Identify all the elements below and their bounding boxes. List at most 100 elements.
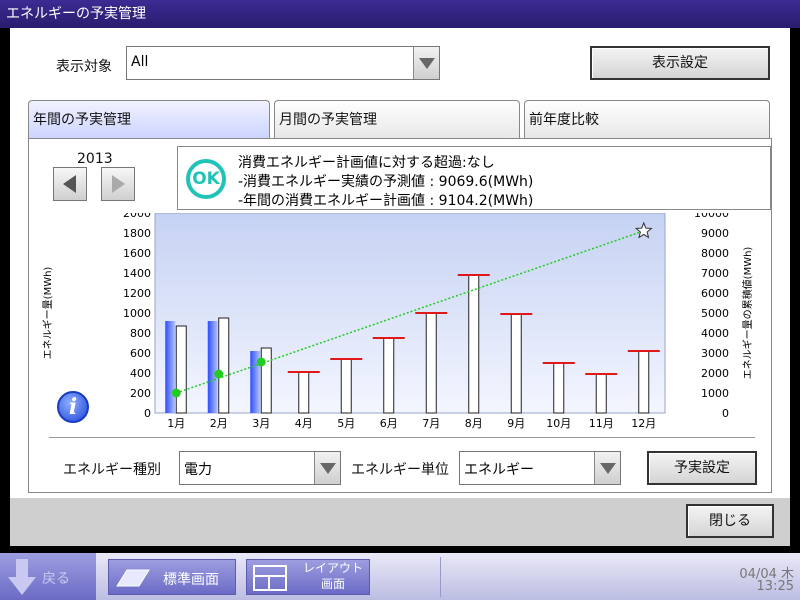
arrow-down-icon bbox=[8, 559, 36, 595]
triangle-right-icon bbox=[112, 175, 125, 193]
actual-bar bbox=[207, 321, 218, 413]
y2-tick-label: 5000 bbox=[701, 307, 729, 320]
taskbar-divider bbox=[440, 557, 441, 597]
plan-bar bbox=[383, 337, 395, 414]
y2-tick-label: 8000 bbox=[701, 247, 729, 260]
cumulative-point bbox=[171, 388, 181, 398]
x-tick-label: 3月 bbox=[252, 417, 270, 430]
plan-bar bbox=[595, 373, 607, 414]
energy-unit-value: エネルギー bbox=[464, 462, 534, 478]
y-tick-label: 1800 bbox=[123, 227, 151, 240]
x-tick-label: 2月 bbox=[210, 417, 228, 430]
y2-axis-label: エネルギー量の累積値(MWh) bbox=[741, 247, 754, 380]
layout-label-1: レイアウト bbox=[303, 561, 364, 575]
tab-monthly[interactable]: 月間の予実管理 bbox=[274, 100, 520, 140]
y2-tick-label: 0 bbox=[722, 407, 729, 420]
close-button[interactable]: 閉じる bbox=[686, 504, 774, 538]
chevron-down-icon[interactable] bbox=[314, 452, 340, 484]
energy-chart: 0 200 400 600 800 1000 1200 1400 1600 1800 2000 0 1… bbox=[42, 213, 754, 430]
y-tick-label: 400 bbox=[130, 367, 151, 380]
plan-bar bbox=[260, 347, 272, 414]
plan-bar bbox=[510, 313, 522, 414]
display-target-label: 表示対象 bbox=[56, 59, 112, 75]
y-tick-label: 1000 bbox=[123, 307, 151, 320]
window-title: エネルギーの予実管理 bbox=[0, 0, 800, 28]
annual-panel: 2013 OK 消費エネルギー計画値に対する超過:なし -消費エネルギー実績の予… bbox=[28, 138, 772, 493]
ok-icon: OK bbox=[186, 159, 226, 199]
y-axis-label: エネルギー量(MWh) bbox=[42, 267, 54, 360]
x-tick-label: 1月 bbox=[167, 417, 185, 430]
budget-settings-button[interactable]: 予実設定 bbox=[647, 451, 757, 485]
y-tick-label: 1400 bbox=[123, 267, 151, 280]
back-button[interactable]: 戻る bbox=[0, 553, 96, 600]
chevron-down-icon[interactable] bbox=[413, 47, 439, 79]
year-label: 2013 bbox=[77, 151, 113, 167]
x-tick-label: 11月 bbox=[589, 417, 614, 430]
energy-type-select[interactable]: 電力 bbox=[179, 451, 341, 485]
taskbar: 戻る 標準画面 レイアウト 画面 04/04 木 13:25 bbox=[0, 553, 800, 600]
plan-bar bbox=[638, 350, 650, 414]
y2-tick-label: 3000 bbox=[701, 347, 729, 360]
x-tick-label: 6月 bbox=[380, 417, 398, 430]
back-label: 戻る bbox=[42, 571, 70, 587]
next-year-button[interactable] bbox=[101, 167, 135, 201]
x-tick-label: 8月 bbox=[465, 417, 483, 430]
cumulative-point bbox=[214, 369, 224, 379]
chevron-down-icon[interactable] bbox=[594, 452, 620, 484]
layout-icon bbox=[253, 565, 287, 591]
x-tick-label: 4月 bbox=[295, 417, 313, 430]
y-tick-label: 2000 bbox=[123, 213, 151, 220]
dialog: 表示対象 All 表示設定 年間の予実管理 月間の予実管理 前年度比較 2013… bbox=[10, 28, 790, 546]
screen-icon bbox=[116, 569, 150, 587]
prev-year-button[interactable] bbox=[53, 167, 87, 201]
plan-bar bbox=[218, 317, 230, 414]
status-box: OK 消費エネルギー計画値に対する超過:なし -消費エネルギー実績の予測値 : … bbox=[177, 146, 771, 210]
y-tick-label: 0 bbox=[144, 407, 151, 420]
status-line-3: -年間の消費エネルギー計画値 : 9104.2(MWh) bbox=[238, 193, 534, 209]
status-line-2: -消費エネルギー実績の予測値 : 9069.6(MWh) bbox=[238, 174, 534, 190]
plan-bar bbox=[175, 325, 187, 414]
tab-previous-year[interactable]: 前年度比較 bbox=[524, 100, 770, 140]
standard-label: 標準画面 bbox=[163, 572, 219, 588]
energy-type-value: 電力 bbox=[184, 462, 212, 478]
y2-tick-label: 2000 bbox=[701, 367, 729, 380]
x-tick-label: 5月 bbox=[337, 417, 355, 430]
y-tick-label: 1200 bbox=[123, 287, 151, 300]
layout-label-2: 画面 bbox=[320, 577, 345, 591]
plan-bar bbox=[298, 371, 310, 414]
y2-tick-label: 4000 bbox=[701, 327, 729, 340]
display-settings-button[interactable]: 表示設定 bbox=[590, 46, 770, 80]
x-tick-label: 12月 bbox=[631, 417, 656, 430]
layout-screen-button[interactable]: レイアウト 画面 bbox=[246, 559, 370, 595]
display-target-value: All bbox=[131, 54, 149, 70]
plan-bar bbox=[468, 274, 480, 414]
y2-tick-label: 7000 bbox=[701, 267, 729, 280]
y-tick-label: 1600 bbox=[123, 247, 151, 260]
plan-bar bbox=[340, 358, 352, 414]
standard-screen-button[interactable]: 標準画面 bbox=[108, 559, 236, 595]
plan-bar bbox=[553, 362, 565, 414]
dialog-footer: 閉じる bbox=[10, 498, 790, 546]
cumulative-point bbox=[256, 357, 266, 367]
plan-bar bbox=[425, 312, 437, 414]
x-tick-label: 10月 bbox=[546, 417, 571, 430]
actual-bar bbox=[165, 321, 176, 413]
triangle-left-icon bbox=[63, 175, 76, 193]
energy-type-label: エネルギー種別 bbox=[63, 462, 161, 478]
time-label: 13:25 bbox=[756, 579, 794, 594]
x-tick-label: 7月 bbox=[422, 417, 440, 430]
info-icon[interactable]: i bbox=[57, 391, 89, 423]
display-target-select[interactable]: All bbox=[126, 46, 440, 80]
y2-tick-label: 10000 bbox=[694, 213, 729, 220]
y2-tick-label: 1000 bbox=[701, 387, 729, 400]
tab-annual[interactable]: 年間の予実管理 bbox=[28, 100, 270, 140]
plot-area bbox=[154, 213, 666, 414]
divider bbox=[49, 437, 755, 438]
energy-unit-label: エネルギー単位 bbox=[351, 462, 449, 478]
y2-tick-label: 6000 bbox=[701, 287, 729, 300]
y-tick-label: 800 bbox=[130, 327, 151, 340]
y2-tick-label: 9000 bbox=[701, 227, 729, 240]
x-tick-label: 9月 bbox=[507, 417, 525, 430]
energy-unit-select[interactable]: エネルギー bbox=[459, 451, 621, 485]
status-line-1: 消費エネルギー計画値に対する超過:なし bbox=[238, 155, 495, 171]
